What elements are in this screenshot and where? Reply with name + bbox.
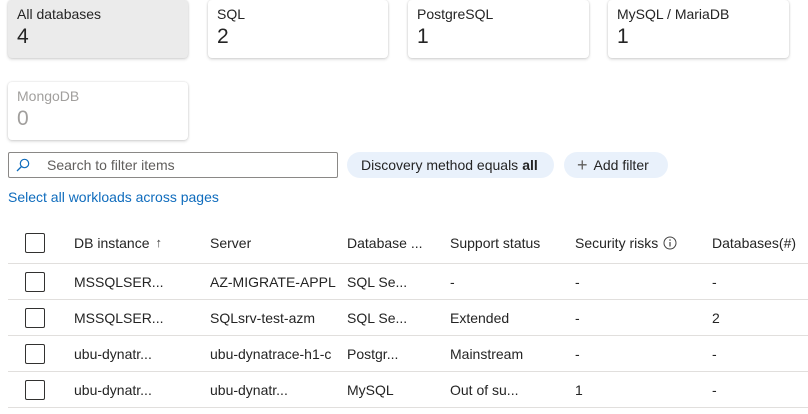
select-all-workloads-link[interactable]: Select all workloads across pages (8, 189, 219, 205)
row-checkbox[interactable] (25, 343, 45, 364)
database-type: MySQL (347, 381, 394, 398)
column-header-label: DB instance (74, 234, 150, 251)
add-filter-button[interactable]: + Add filter (564, 152, 668, 178)
filter-value: all (522, 157, 538, 173)
card-count: 2 (217, 25, 229, 48)
security-risks: - (575, 273, 580, 290)
card-label: PostgreSQL (417, 6, 494, 22)
row-select-cell (25, 336, 45, 371)
database-type: SQL Se... (347, 309, 408, 326)
databases-count: - (712, 273, 717, 290)
row-select-cell (25, 372, 45, 407)
row-checkbox[interactable] (25, 271, 45, 292)
databases-count: - (712, 345, 717, 362)
support-status-link[interactable]: Out of su... (450, 372, 568, 407)
table-row: MSSQLSER... SQLsrv-test-azm SQL Se... Ex… (8, 300, 808, 336)
security-risks: - (575, 345, 580, 362)
security-risks-link[interactable]: 1 (575, 372, 705, 407)
card-mysql-mariadb[interactable]: MySQL / MariaDB 1 (608, 0, 789, 58)
card-label: SQL (217, 6, 246, 22)
db-instance-link[interactable]: ubu-dynatr... (74, 372, 202, 407)
card-count: 1 (617, 25, 629, 48)
plus-icon: + (577, 155, 588, 175)
filter-label: Discovery method equals (361, 157, 519, 173)
databases-count: - (712, 381, 717, 398)
add-filter-label: Add filter (593, 157, 649, 173)
card-count: 4 (17, 25, 29, 48)
select-all-cell (25, 222, 45, 263)
column-header-security-risks[interactable]: Security risks (575, 222, 677, 263)
column-header-label: Server (210, 234, 252, 251)
support-status: - (450, 273, 455, 290)
card-label: All databases (17, 6, 102, 22)
table-row: MSSQLSER... AZ-MIGRATE-APPL SQL Se... - … (8, 264, 808, 300)
database-type: SQL Se... (347, 273, 408, 290)
column-header-label: Database ... (347, 234, 423, 251)
column-header-db-instance[interactable]: DB instance ↑ (74, 222, 162, 263)
column-header-server[interactable]: Server (210, 222, 251, 263)
card-sql[interactable]: SQL 2 (208, 0, 388, 58)
search-icon (9, 153, 37, 177)
card-postgresql[interactable]: PostgreSQL 1 (408, 0, 589, 58)
card-label: MongoDB (17, 88, 80, 104)
table-row: ubu-dynatr... ubu-dynatr... MySQL Out of… (8, 372, 808, 408)
select-all-checkbox[interactable] (25, 232, 45, 253)
row-checkbox[interactable] (25, 379, 45, 400)
table-row: ubu-dynatr... ubu-dynatrace-h1-c Postgr.… (8, 336, 808, 372)
server-link[interactable]: ubu-dynatrace-h1-c (210, 336, 338, 371)
column-header-database-type[interactable]: Database ... (347, 222, 423, 263)
security-risks: - (575, 309, 580, 326)
databases-grid: DB instance ↑ Server Database ... Suppor… (8, 222, 808, 408)
server-link[interactable]: AZ-MIGRATE-APPL (210, 264, 338, 299)
info-icon[interactable] (663, 236, 677, 250)
db-instance-link[interactable]: MSSQLSER... (74, 264, 202, 299)
card-count: 1 (417, 25, 429, 48)
support-status: Mainstream (450, 345, 524, 362)
column-header-label: Security risks (575, 234, 659, 251)
table-header-row: DB instance ↑ Server Database ... Suppor… (8, 222, 808, 264)
db-instance-link[interactable]: MSSQLSER... (74, 300, 202, 335)
column-header-databases-count[interactable]: Databases(#) (712, 222, 796, 263)
row-select-cell (25, 300, 45, 335)
db-instance-link[interactable]: ubu-dynatr... (74, 336, 202, 371)
row-select-cell (25, 264, 45, 299)
row-checkbox[interactable] (25, 307, 45, 328)
column-header-label: Support status (450, 234, 541, 251)
card-label: MySQL / MariaDB (617, 6, 730, 22)
card-all-databases[interactable]: All databases 4 (8, 0, 188, 58)
support-status-link[interactable]: Extended (450, 300, 568, 335)
card-mongodb[interactable]: MongoDB 0 (8, 82, 188, 140)
column-header-label: Databases(#) (712, 234, 797, 251)
database-type: Postgr... (347, 345, 399, 362)
databases-count-link[interactable]: 2 (712, 300, 802, 335)
server-link[interactable]: ubu-dynatr... (210, 372, 338, 407)
server-link[interactable]: SQLsrv-test-azm (210, 300, 338, 335)
card-count: 0 (17, 107, 29, 130)
column-header-support-status[interactable]: Support status (450, 222, 540, 263)
sort-ascending-icon: ↑ (155, 235, 162, 250)
discovery-method-filter[interactable]: Discovery method equals all (347, 152, 554, 178)
search-box (8, 152, 338, 178)
search-input[interactable] (37, 154, 337, 176)
